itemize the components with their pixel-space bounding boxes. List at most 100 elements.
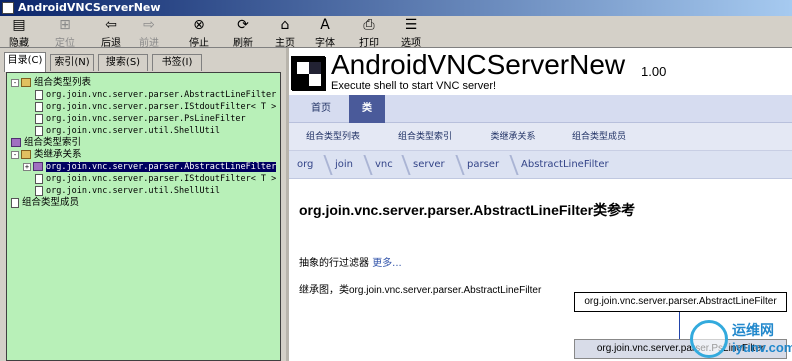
- toolbar-button-refresh[interactable]: ⟳ 刷新: [226, 17, 260, 49]
- project-logo: [291, 56, 326, 91]
- brief-description: 抽象的行过滤器: [299, 258, 369, 269]
- watermark: 运维网 iyunv.com: [690, 318, 792, 360]
- toolbar-button-forward[interactable]: ⇨ 前进: [132, 17, 166, 49]
- breadcrumb-item[interactable]: org: [297, 151, 313, 179]
- document-icon: [35, 101, 43, 112]
- options-icon: ☰: [404, 17, 418, 33]
- breadcrumb: org join vnc server parser AbstractLineFilter: [289, 151, 792, 179]
- toolbar-button-locate[interactable]: ⊞ 定位: [48, 17, 82, 49]
- toolbar-button-home[interactable]: ⌂ 主页: [268, 17, 302, 49]
- project-version: 1.00: [641, 64, 667, 79]
- tree-item[interactable]: org.join.vnc.server.util.ShellUtil: [35, 125, 220, 137]
- book-icon: [33, 162, 43, 171]
- document-icon: [35, 185, 43, 196]
- document-icon: [35, 89, 43, 100]
- tree-item-label: org.join.vnc.server.parser.IStdoutFilter…: [46, 174, 277, 184]
- tree-item[interactable]: + org.join.vnc.server.parser.AbstractLine…: [23, 161, 277, 173]
- tree-item-label: org.join.vnc.server.parser.AbstractLineF…: [46, 90, 277, 100]
- tree-item-label: 组合类型索引: [24, 137, 82, 148]
- watermark-text: 运维网: [732, 322, 774, 338]
- tree-item-label: 组合类型列表: [34, 77, 92, 88]
- breadcrumb-item[interactable]: vnc: [375, 151, 393, 179]
- nav-class-list[interactable]: 组合类型列表: [291, 123, 375, 151]
- toolbar-button-back[interactable]: ⇦ 后退: [94, 17, 128, 49]
- document-icon: [35, 173, 43, 184]
- refresh-icon: ⟳: [237, 17, 249, 33]
- project-brief: Execute shell to start VNC server!: [331, 80, 497, 92]
- nav-classes[interactable]: 类: [349, 95, 385, 123]
- nav-class-members[interactable]: 组合类型成员: [551, 123, 647, 151]
- nav-home[interactable]: 首页: [293, 95, 349, 123]
- diagram-base-class[interactable]: org.join.vnc.server.parser.AbstractLineF…: [574, 292, 787, 312]
- watermark-url: iyunv.com: [732, 340, 792, 355]
- collapse-icon[interactable]: -: [11, 150, 19, 159]
- tab-contents[interactable]: 目录(C): [4, 52, 46, 72]
- home-icon: ⌂: [280, 17, 290, 33]
- document-view: AndroidVNCServerNew 1.00 Execute shell t…: [289, 48, 792, 361]
- toolbar-button-stop[interactable]: ⊗ 停止: [182, 17, 216, 49]
- breadcrumb-item[interactable]: server: [413, 151, 445, 179]
- nav-class-index[interactable]: 组合类型索引: [375, 123, 475, 151]
- sub-nav: 组合类型列表 组合类型索引 类继承关系 组合类型成员: [289, 123, 792, 151]
- toolbar-button-options[interactable]: ☰选项(O): [394, 17, 428, 60]
- watermark-logo: [690, 320, 728, 358]
- tree-item-label: org.join.vnc.server.parser.IStdoutFilter…: [46, 102, 277, 112]
- inheritance-label: 继承图，类org.join.vnc.server.parser.Abstract…: [299, 285, 542, 296]
- main-nav: 首页 类: [289, 95, 792, 123]
- tree-item-label: 组合类型成员: [22, 197, 80, 208]
- tree-item-label: org.join.vnc.server.parser.AbstractLineF…: [46, 162, 277, 172]
- collapse-icon[interactable]: -: [11, 78, 19, 87]
- tree-item[interactable]: org.join.vnc.server.parser.IStdoutFilter…: [35, 101, 276, 113]
- tree-item[interactable]: org.join.vnc.server.parser.PsLineFilter: [35, 113, 246, 125]
- app-icon: [2, 2, 14, 14]
- tree-item[interactable]: - 组合类型列表: [11, 77, 91, 89]
- nav-class-hierarchy[interactable]: 类继承关系: [475, 123, 551, 151]
- class-description: 抽象的行过滤器 更多...: [299, 254, 402, 269]
- book-icon: [21, 150, 31, 159]
- page-title: org.join.vnc.server.parser.AbstractLineF…: [299, 202, 636, 218]
- print-icon: ⎙: [363, 17, 375, 33]
- locate-icon: ⊞: [59, 17, 71, 33]
- contents-tree: - 组合类型列表 org.join.vnc.server.parser.Abstra…: [6, 72, 281, 361]
- diagram-connector: [679, 312, 680, 339]
- book-icon: [21, 78, 31, 87]
- back-icon: ⇦: [105, 17, 117, 33]
- breadcrumb-separator-icon: [449, 155, 465, 175]
- toolbar: ▤隐藏 ⊞定位 ⇦后退⇨前进 ⊗停止 ⟳刷新⌂主页A字体 ⎙打印☰选项(O): [0, 16, 792, 60]
- forward-icon: ⇨: [143, 17, 155, 33]
- expand-icon[interactable]: +: [23, 162, 31, 171]
- tree-item[interactable]: 组合类型索引: [11, 137, 81, 149]
- tree-item-label: org.join.vnc.server.parser.PsLineFilter: [46, 114, 246, 124]
- tab-search[interactable]: 搜索(S): [98, 54, 148, 71]
- tree-item-label: 类继承关系: [34, 149, 82, 160]
- project-name: AndroidVNCServerNew: [331, 49, 626, 80]
- tree-item[interactable]: org.join.vnc.server.parser.IStdoutFilter…: [35, 173, 276, 185]
- toolbar-button-print[interactable]: ⎙ 打印: [352, 17, 386, 49]
- book-icon: [11, 138, 21, 147]
- tree-item[interactable]: org.join.vnc.server.parser.AbstractLineF…: [35, 89, 276, 101]
- breadcrumb-item[interactable]: join: [335, 151, 353, 179]
- more-link[interactable]: 更多...: [372, 258, 402, 269]
- breadcrumb-separator-icon: [357, 155, 373, 175]
- breadcrumb-item[interactable]: AbstractLineFilter: [521, 151, 609, 179]
- window-title-bar: AndroidVNCServerNew: [0, 0, 792, 16]
- stop-icon: ⊗: [193, 17, 205, 33]
- breadcrumb-item[interactable]: parser: [467, 151, 499, 179]
- tree-item-label: org.join.vnc.server.util.ShellUtil: [46, 186, 220, 196]
- tree-item[interactable]: org.join.vnc.server.util.ShellUtil: [35, 185, 220, 197]
- window-title: AndroidVNCServerNew: [18, 1, 161, 14]
- font-icon: A: [320, 17, 330, 33]
- breadcrumb-separator-icon: [503, 155, 519, 175]
- toolbar-button-hide[interactable]: ▤ 隐藏: [2, 17, 36, 49]
- tree-item-label: org.join.vnc.server.util.ShellUtil: [46, 126, 220, 136]
- tab-index[interactable]: 索引(N): [50, 54, 94, 71]
- navigation-pane: 目录(C) 索引(N) 搜索(S) 书签(I) - 组合类型列表 org.join.…: [0, 48, 286, 361]
- toolbar-button-font[interactable]: A 字体: [308, 17, 342, 49]
- tree-item[interactable]: 组合类型成员: [11, 197, 79, 209]
- hide-icon: ▤: [12, 17, 26, 33]
- document-icon: [11, 197, 19, 208]
- tree-item[interactable]: - 类继承关系: [11, 149, 82, 161]
- tab-bookmarks[interactable]: 书签(I): [152, 54, 202, 71]
- document-icon: [35, 125, 43, 136]
- document-icon: [35, 113, 43, 124]
